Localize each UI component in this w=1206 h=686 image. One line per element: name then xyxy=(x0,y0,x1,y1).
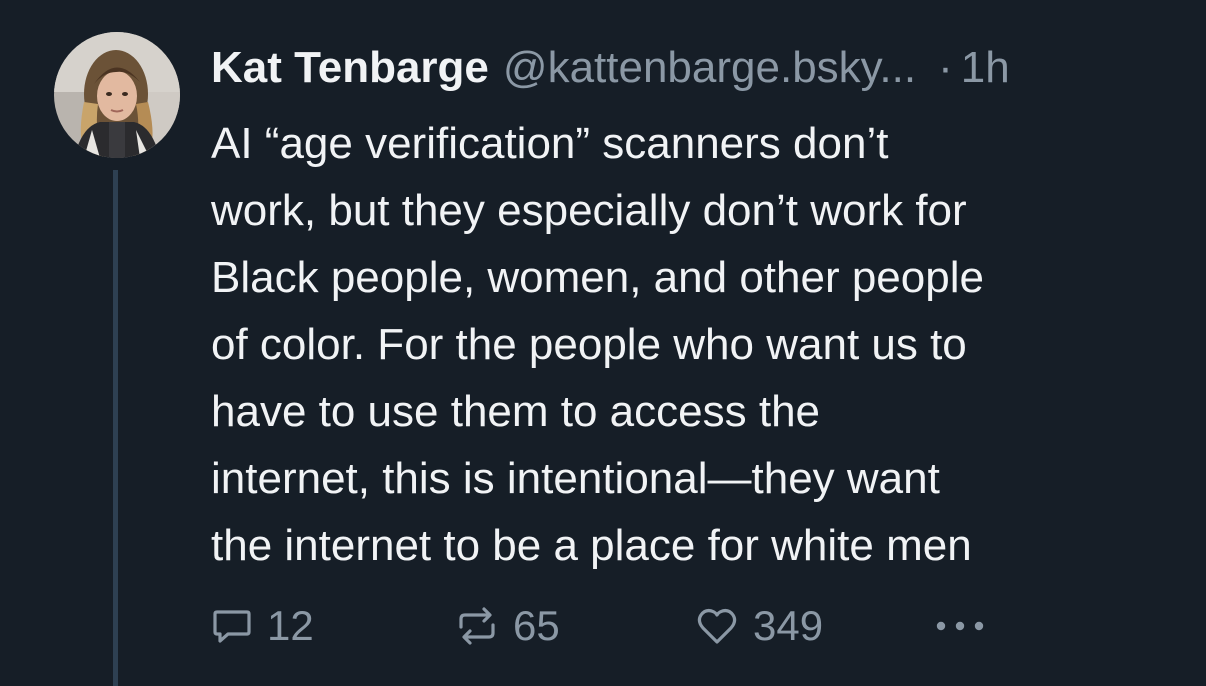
heart-icon xyxy=(697,608,737,644)
author-avatar[interactable] xyxy=(54,32,180,158)
author-handle[interactable]: @kattenbarge.bsky... xyxy=(503,40,916,96)
more-options-button[interactable] xyxy=(933,596,987,656)
separator-dot: · xyxy=(938,43,953,92)
repost-icon xyxy=(459,607,495,645)
post-timestamp[interactable]: 1h xyxy=(961,40,1010,96)
reply-count: 12 xyxy=(267,602,314,649)
user-avatar-photo xyxy=(54,32,180,158)
post[interactable]: Kat Tenbarge @kattenbarge.bsky... · 1h A… xyxy=(0,0,1206,686)
more-options-icon xyxy=(936,621,984,631)
like-button[interactable]: 349 xyxy=(695,596,823,656)
post-text: AI “age verification” scanners don’t wor… xyxy=(211,119,984,570)
author-name[interactable]: Kat Tenbarge xyxy=(211,40,489,96)
repost-count: 65 xyxy=(513,602,560,649)
reply-icon xyxy=(213,610,251,643)
like-count: 349 xyxy=(753,602,824,649)
post-header: Kat Tenbarge @kattenbarge.bsky... · 1h xyxy=(211,40,1010,96)
repost-button[interactable]: 65 xyxy=(455,596,560,656)
reply-button[interactable]: 12 xyxy=(211,596,314,656)
thread-line xyxy=(113,170,118,686)
post-actions: 12 65 349 xyxy=(211,596,1011,656)
